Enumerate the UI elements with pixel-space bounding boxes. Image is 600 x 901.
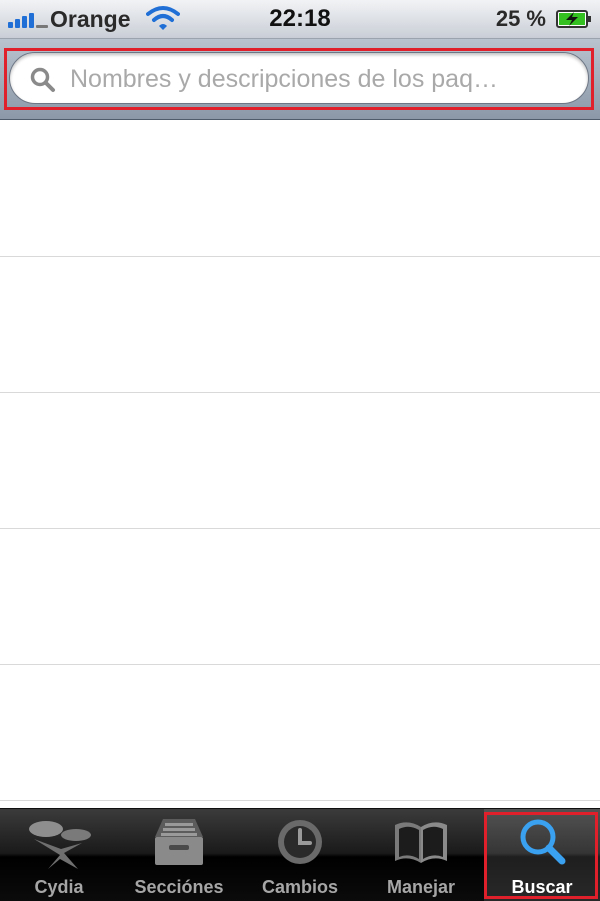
cydia-icon xyxy=(29,821,91,869)
tab-sections[interactable]: Secciónes xyxy=(118,809,240,901)
battery-charging-icon xyxy=(556,10,591,28)
tab-label: Secciónes xyxy=(134,877,224,897)
battery-percentage: 25 % xyxy=(495,6,546,31)
book-icon xyxy=(395,822,447,863)
results-list xyxy=(0,120,600,808)
tab-manage[interactable]: Manejar xyxy=(360,809,482,901)
sections-icon xyxy=(155,819,203,865)
tab-highlight-box xyxy=(484,812,598,899)
tab-label: Cydia xyxy=(34,877,84,897)
clock-icon xyxy=(278,820,322,864)
search-highlight-box xyxy=(4,48,594,110)
list-item xyxy=(0,529,600,665)
status-bar: Orange 22:18 25 % xyxy=(0,0,600,39)
tab-label: Cambios xyxy=(261,877,339,897)
list-item xyxy=(0,665,600,801)
list-item xyxy=(0,257,600,393)
list-item xyxy=(0,120,600,257)
tab-changes[interactable]: Cambios xyxy=(240,809,360,901)
search-bar xyxy=(0,39,600,120)
tab-label: Manejar xyxy=(386,877,456,897)
tab-cydia[interactable]: Cydia xyxy=(0,809,118,901)
list-item xyxy=(0,393,600,529)
